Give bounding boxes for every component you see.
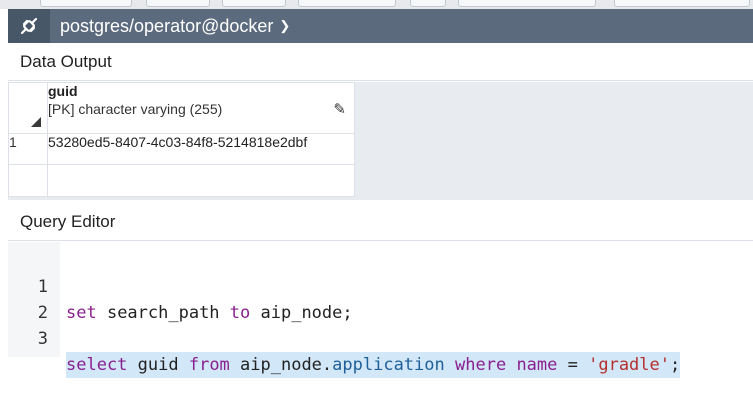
toolbar-button-group[interactable] xyxy=(298,0,396,7)
keyword-token: name xyxy=(516,355,558,375)
select-all-corner[interactable] xyxy=(8,82,48,134)
connection-selector[interactable]: postgres/operator@docker ❯ xyxy=(60,16,290,37)
chevron-down-icon: ❯ xyxy=(279,18,291,33)
data-output-grid-area: guid [PK] character varying (255) ✎ 1 53… xyxy=(8,82,753,200)
empty-cell[interactable] xyxy=(47,164,355,197)
operator-token: = xyxy=(557,355,589,375)
row-number[interactable]: 1 xyxy=(8,133,48,165)
keyword-token: select xyxy=(66,355,128,375)
query-editor-title: Query Editor xyxy=(8,203,753,241)
property-token: application xyxy=(332,355,445,375)
guid-cell[interactable]: 53280ed5-8407-4c03-84f8-5214818e2dbf xyxy=(47,133,355,165)
empty-new-row[interactable] xyxy=(8,164,355,197)
keyword-token: from xyxy=(188,355,230,375)
query-editor[interactable]: 1 set search_path to aip_node; 2 3 selec… xyxy=(8,242,753,378)
column-header-guid[interactable]: guid [PK] character varying (255) ✎ xyxy=(47,82,355,134)
identifier-token: aip_node. xyxy=(229,355,333,375)
line-number: 3 xyxy=(37,329,48,349)
toolbar-strip xyxy=(0,0,753,9)
toolbar-button-group[interactable] xyxy=(222,0,286,7)
code-line-1[interactable]: 1 set search_path to aip_node; xyxy=(8,248,753,323)
empty-row-number[interactable] xyxy=(8,164,48,197)
toolbar-button-group[interactable] xyxy=(458,0,596,7)
connection-bar: postgres/operator@docker ❯ xyxy=(8,9,753,43)
toolbar-button-group[interactable] xyxy=(146,0,210,7)
column-type: [PK] character varying (255) xyxy=(48,101,223,117)
data-output-grid: guid [PK] character varying (255) ✎ 1 53… xyxy=(8,82,355,197)
code-line-2[interactable]: 2 xyxy=(8,274,753,323)
toolbar-button-group[interactable] xyxy=(614,0,750,7)
toolbar-button-group[interactable] xyxy=(40,0,132,7)
column-name: guid xyxy=(48,83,78,99)
string-token: 'gradle' xyxy=(588,355,670,375)
pencil-edit-icon[interactable]: ✎ xyxy=(333,100,346,118)
toolbar-button[interactable] xyxy=(410,0,446,7)
table-row[interactable]: 1 53280ed5-8407-4c03-84f8-5214818e2dbf xyxy=(8,133,355,165)
selected-code-text[interactable]: select guid from aip_node.application wh… xyxy=(66,352,681,378)
grid-header-row: guid [PK] character varying (255) ✎ xyxy=(8,82,355,134)
connection-plug-icon[interactable] xyxy=(8,9,50,43)
code-line-3[interactable]: 3 select guid from aip_node.application … xyxy=(8,300,753,378)
identifier-token: guid xyxy=(127,355,189,375)
select-all-triangle-icon xyxy=(31,117,41,127)
semicolon-token: ; xyxy=(670,355,681,375)
keyword-token: where xyxy=(455,355,507,375)
connection-name: postgres/operator@docker xyxy=(60,15,274,36)
data-output-title: Data Output xyxy=(8,43,753,81)
